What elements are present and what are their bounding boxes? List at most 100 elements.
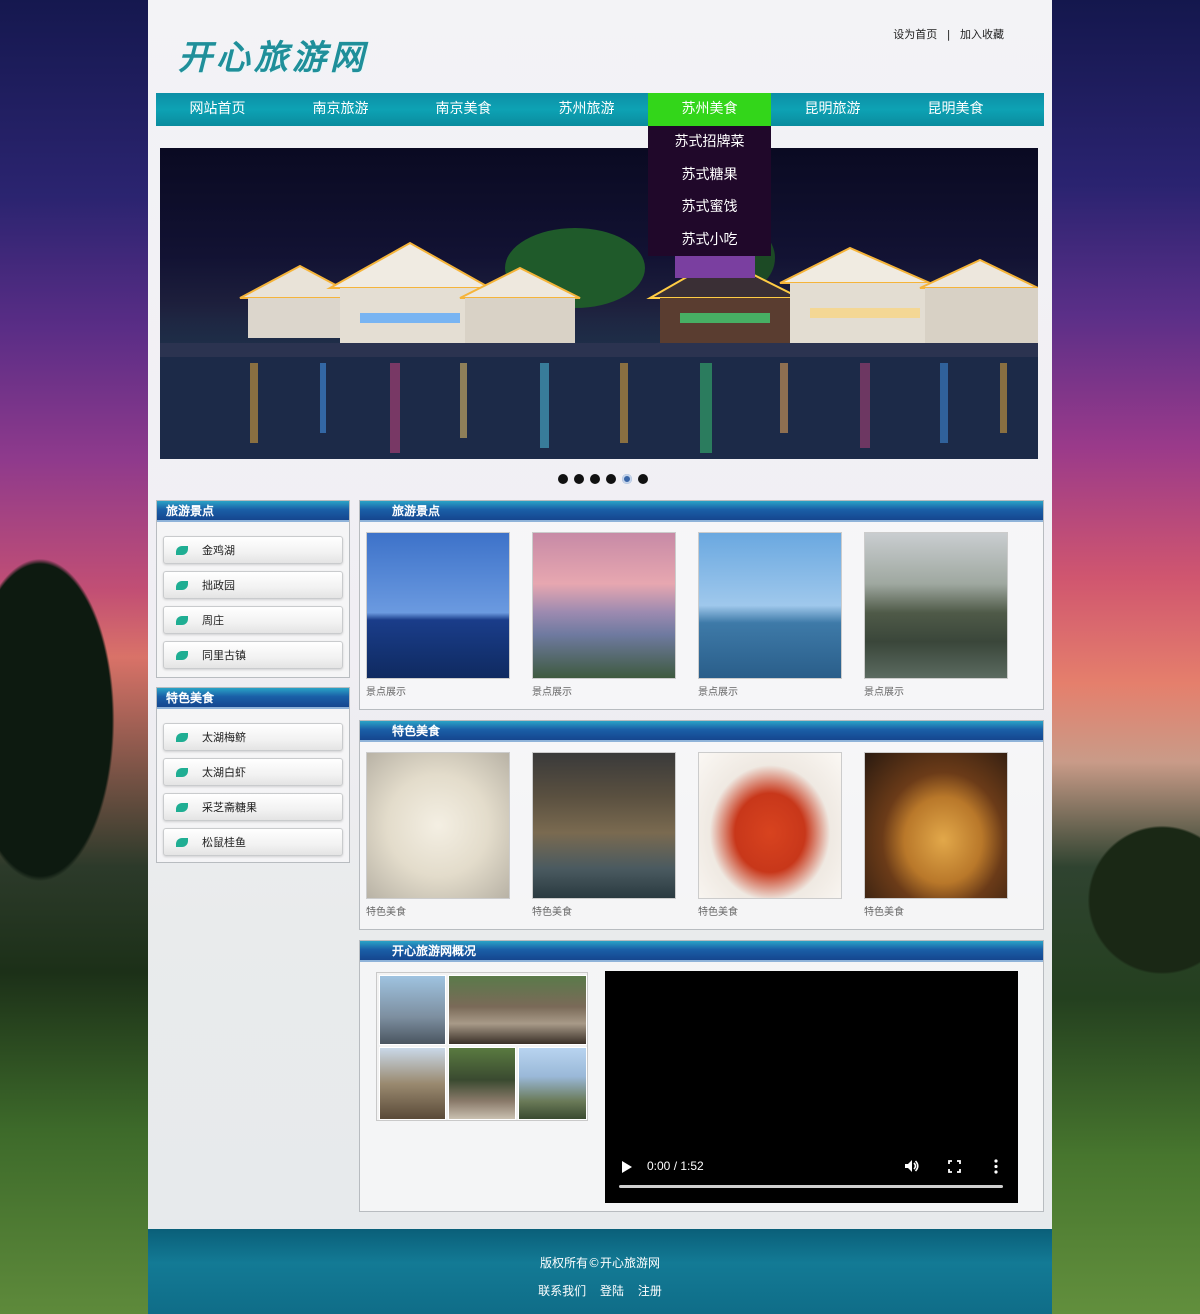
food-image-restaurant [532,752,676,899]
leaf-icon [176,837,188,847]
sight-caption: 景点展示 [698,687,738,698]
footer-link-login[interactable]: 登陆 [600,1284,624,1298]
food-thumb[interactable]: 特色美食 [864,752,1008,921]
dropdown-item-signature-dishes[interactable]: 苏式招牌菜 [648,126,771,159]
slider-dots [558,474,648,484]
background-left [0,0,148,1314]
top-links: 设为首页 | 加入收藏 [893,26,1004,42]
main-food-box: 特色美食 特色美食 特色美食 特色美食 特色美食 [359,720,1044,930]
sight-caption: 景点展示 [366,687,406,698]
food-caption: 特色美食 [698,907,738,918]
banner-slide-image[interactable] [160,148,1038,459]
sight-thumb[interactable]: 景点展示 [532,532,676,701]
nav-dropdown-menu: 苏式招牌菜 苏式糖果 苏式蜜饯 苏式小吃 [648,126,771,256]
food-caption: 特色美食 [532,907,572,918]
nav-item-kunming-food[interactable]: 昆明美食 [894,93,1017,126]
add-favorite-link[interactable]: 加入收藏 [960,28,1004,41]
nav-item-nanjing-travel[interactable]: 南京旅游 [279,93,402,126]
food-image-baked-dish [864,752,1008,899]
dropdown-item-candy[interactable]: 苏式糖果 [648,159,771,192]
site-logo[interactable]: 开心旅游网 [178,30,368,79]
play-icon[interactable] [621,1160,633,1174]
main-nav: 网站首页 南京旅游 南京美食 苏州旅游 苏州美食 昆明旅游 昆明美食 [156,93,1044,126]
slider-dot[interactable] [606,474,616,484]
more-options-icon[interactable] [994,1159,998,1174]
leaf-icon [176,802,188,812]
sidebar-item-label: 太湖白虾 [202,766,246,779]
leaf-icon [176,732,188,742]
sight-caption: 景点展示 [864,687,904,698]
leaf-icon [176,767,188,777]
food-image-white-shrimp [366,752,510,899]
sidebar-item-label: 拙政园 [202,579,235,592]
food-caption: 特色美食 [864,907,904,918]
overview-video-player[interactable]: 0:00 / 1:52 [605,971,1018,1203]
dropdown-item-snacks[interactable]: 苏式小吃 [648,224,771,257]
sidebar-item-humble-garden[interactable]: 拙政园 [163,571,343,599]
fullscreen-icon[interactable] [948,1160,961,1173]
video-controls: 0:00 / 1:52 [605,1143,1018,1203]
footer-link-register[interactable]: 注册 [638,1284,662,1298]
sidebar-item-tongli[interactable]: 同里古镇 [163,641,343,669]
sidebar-item-label: 松鼠桂鱼 [202,836,246,849]
slider-dot[interactable] [638,474,648,484]
volume-icon[interactable] [904,1159,920,1173]
sidebar-item-white-shrimp[interactable]: 太湖白虾 [163,758,343,786]
sidebar-item-caizhizhai-candy[interactable]: 采芝斋糖果 [163,793,343,821]
footer-copyright: 版权所有©开心旅游网 [539,1256,660,1270]
food-thumb[interactable]: 特色美食 [698,752,842,921]
food-caption: 特色美食 [366,907,406,918]
sidebar-item-jinji-lake[interactable]: 金鸡湖 [163,536,343,564]
sidebar-item-label: 周庄 [202,614,224,627]
sight-thumb[interactable]: 景点展示 [698,532,842,701]
sidebar-item-label: 同里古镇 [202,649,246,662]
gallery-photo-pavilion [448,975,587,1045]
gallery-photo-tower [518,1047,587,1120]
sidebar-item-label: 采芝斋糖果 [202,801,257,814]
slider-dot[interactable] [590,474,600,484]
slider-dot[interactable] [558,474,568,484]
top-links-separator: | [946,28,951,41]
slider-dot[interactable] [574,474,584,484]
sight-image-sunset-lake [532,532,676,679]
footer-link-contact[interactable]: 联系我们 [538,1284,586,1298]
nav-item-nanjing-food[interactable]: 南京美食 [402,93,525,126]
main-overview-title: 开心旅游网概况 [360,941,1043,962]
night-waterfront-illustration [160,223,1038,459]
nav-item-suzhou-travel[interactable]: 苏州旅游 [525,93,648,126]
sidebar-item-label: 金鸡湖 [202,544,235,557]
sight-image-water-town [864,532,1008,679]
sidebar-food-title: 特色美食 [157,688,349,709]
food-thumb[interactable]: 特色美食 [366,752,510,921]
video-progress-bar[interactable] [619,1185,1003,1188]
leaf-icon [176,650,188,660]
main-overview-box: 开心旅游网概况 0:00 / 1:52 [359,940,1044,1212]
footer-links: 联系我们 登陆 注册 [148,1282,1052,1299]
sight-thumb[interactable]: 景点展示 [864,532,1008,701]
slider-dot-active[interactable] [622,474,632,484]
page-container: 开心旅游网 设为首页 | 加入收藏 网站首页 南京旅游 南京美食 苏州旅游 苏州… [148,0,1052,1314]
sidebar-food-box: 特色美食 太湖梅鲚 太湖白虾 采芝斋糖果 松鼠桂鱼 [156,687,350,863]
leaf-icon [176,545,188,555]
nav-item-suzhou-food[interactable]: 苏州美食 [648,93,771,126]
set-homepage-link[interactable]: 设为首页 [893,28,937,41]
sidebar-sights-box: 旅游景点 金鸡湖 拙政园 周庄 同里古镇 [156,500,350,678]
sidebar-item-zhouzhuang[interactable]: 周庄 [163,606,343,634]
nav-item-kunming-travel[interactable]: 昆明旅游 [771,93,894,126]
leaf-icon [176,580,188,590]
food-image-squirrel-fish [698,752,842,899]
sight-caption: 景点展示 [532,687,572,698]
overview-photo-gallery[interactable] [376,972,588,1121]
sidebar-sights-title: 旅游景点 [157,501,349,522]
sidebar-item-squirrel-fish[interactable]: 松鼠桂鱼 [163,828,343,856]
main-sights-box: 旅游景点 景点展示 景点展示 景点展示 景点展示 [359,500,1044,710]
sidebar-item-meiji-fish[interactable]: 太湖梅鲚 [163,723,343,751]
gallery-photo-skyscrapers [379,975,446,1045]
sight-thumb[interactable]: 景点展示 [366,532,510,701]
food-thumb[interactable]: 特色美食 [532,752,676,921]
video-time: 0:00 / 1:52 [647,1159,704,1173]
nav-item-home[interactable]: 网站首页 [156,93,279,126]
leaf-icon [176,615,188,625]
main-sights-title: 旅游景点 [360,501,1043,522]
dropdown-item-preserved-fruit[interactable]: 苏式蜜饯 [648,191,771,224]
